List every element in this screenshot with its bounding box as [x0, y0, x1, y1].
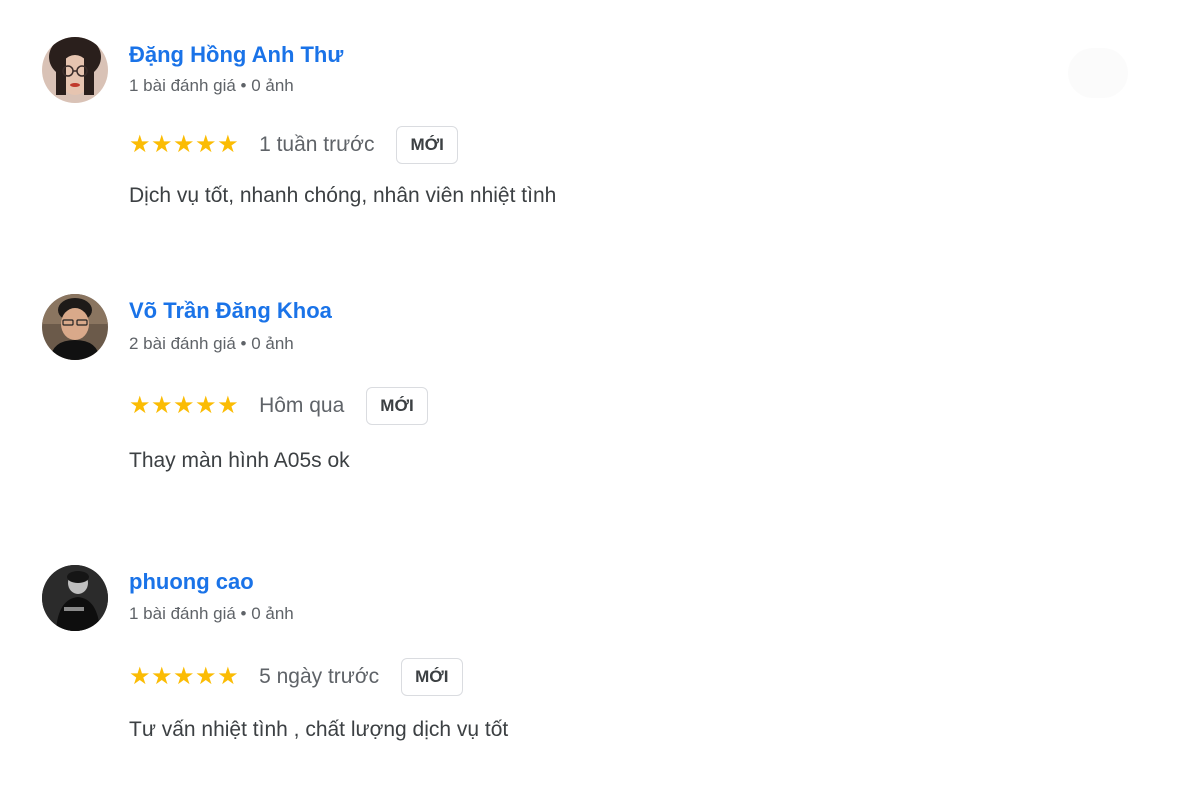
review-time: 1 tuần trước	[259, 133, 375, 156]
star-rating: ★★★★★	[129, 663, 240, 690]
review-text: Dịch vụ tốt, nhanh chóng, nhân viên nhiệ…	[129, 184, 557, 207]
new-badge: MỚI	[366, 387, 428, 425]
reviewer-avatar[interactable]	[42, 565, 108, 631]
star-rating: ★★★★★	[129, 392, 240, 419]
reviewer-name[interactable]: phuong cao	[129, 569, 254, 595]
new-badge: MỚI	[396, 126, 458, 164]
star-rating: ★★★★★	[129, 131, 240, 158]
more-options-button[interactable]	[1068, 48, 1128, 98]
reviewer-avatar[interactable]	[42, 294, 108, 360]
rating-row: ★★★★★ 1 tuần trước MỚI	[129, 125, 458, 165]
reviewer-meta: 1 bài đánh giá • 0 ảnh	[129, 604, 294, 623]
reviewer-name[interactable]: Võ Trần Đăng Khoa	[129, 298, 332, 324]
rating-row: ★★★★★ 5 ngày trước MỚI	[129, 657, 463, 697]
review-text: Tư vấn nhiệt tình , chất lượng dịch vụ t…	[129, 718, 509, 741]
reviews-page: Đặng Hồng Anh Thư 1 bài đánh giá • 0 ảnh…	[0, 0, 1200, 800]
reviewer-meta: 2 bài đánh giá • 0 ảnh	[129, 334, 294, 353]
review-text: Thay màn hình A05s ok	[129, 449, 350, 472]
reviewer-name[interactable]: Đặng Hồng Anh Thư	[129, 42, 343, 68]
rating-row: ★★★★★ Hôm qua MỚI	[129, 386, 428, 426]
reviewer-avatar[interactable]	[42, 37, 108, 103]
review-time: 5 ngày trước	[259, 665, 380, 688]
review-time: Hôm qua	[259, 394, 345, 417]
new-badge: MỚI	[401, 658, 463, 696]
reviewer-meta: 1 bài đánh giá • 0 ảnh	[129, 76, 294, 95]
